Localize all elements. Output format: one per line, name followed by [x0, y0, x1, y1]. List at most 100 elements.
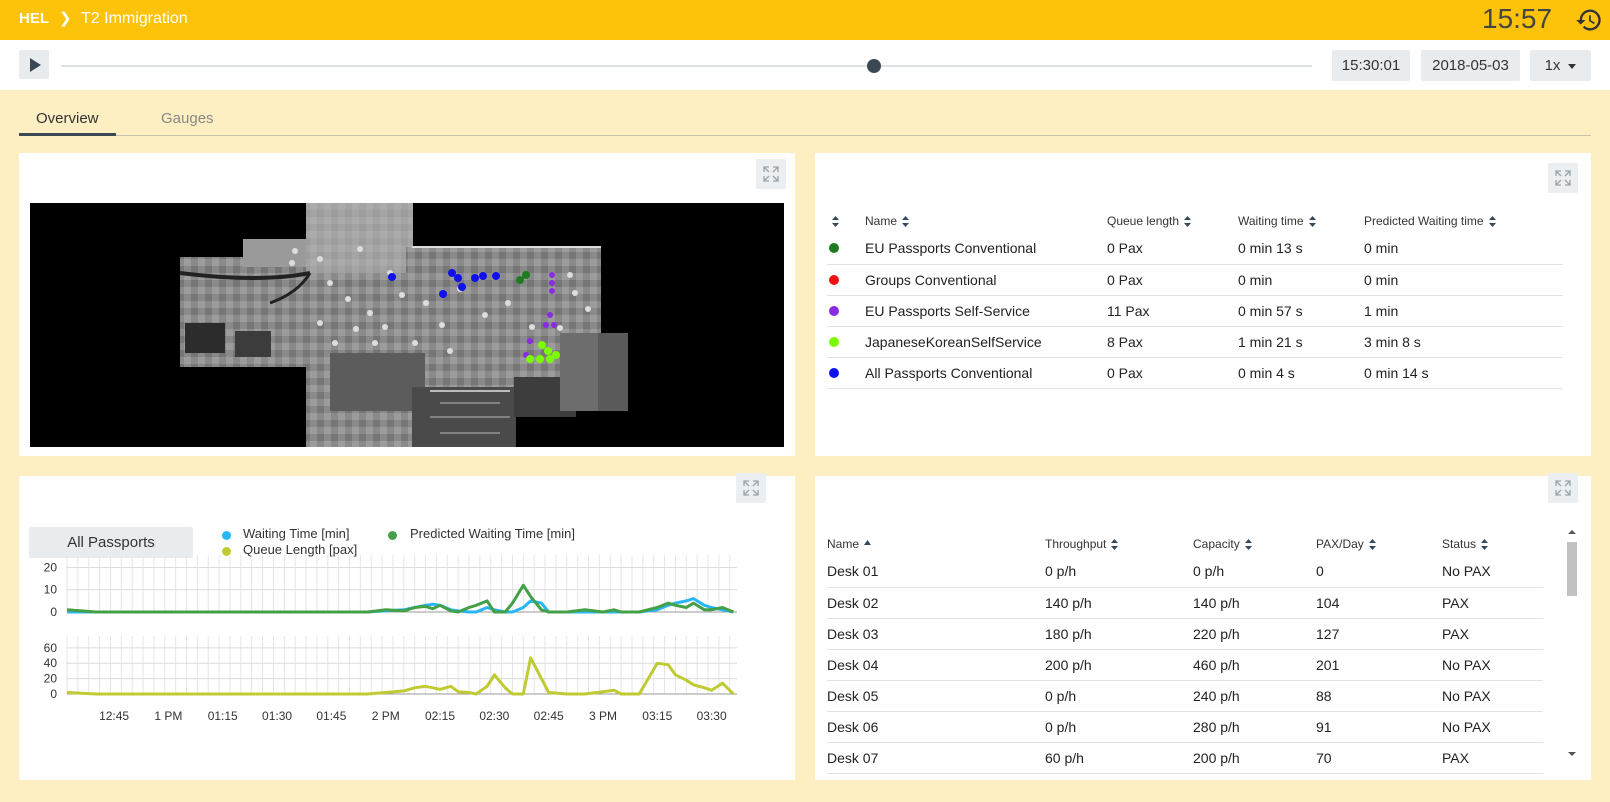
tab-gauges[interactable]: Gauges [161, 110, 214, 127]
x-tick-label: 2 PM [372, 709, 400, 723]
header-label: Name [827, 537, 860, 551]
desk-name: Desk 03 [827, 618, 1045, 650]
header-label: Predicted Waiting time [1364, 214, 1484, 228]
color-column-header[interactable] [827, 209, 865, 233]
sort-icon [1488, 216, 1496, 228]
table-row[interactable]: EU Passports Self-Service 11 Pax 0 min 57 … [827, 295, 1563, 327]
queue-color-dot [829, 243, 839, 254]
desk-pax-day: 0 [1316, 556, 1442, 588]
desk-capacity: 240 p/h [1193, 680, 1316, 712]
table-row[interactable]: Desk 05 0 p/h 240 p/h 88 No PAX [827, 680, 1543, 712]
x-tick-label: 01:30 [262, 709, 292, 723]
x-tick-label: 3 PM [589, 709, 617, 723]
predicted-waiting-time: 0 min [1364, 264, 1563, 296]
predicted-waiting-time-column-header[interactable]: Predicted Waiting time [1364, 209, 1563, 233]
table-row[interactable]: Desk 03 180 p/h 220 p/h 127 PAX [827, 618, 1543, 650]
desk-throughput: 140 p/h [1045, 587, 1193, 619]
y-tick-label: 40 [44, 656, 58, 670]
waiting-time-column-header[interactable]: Waiting time [1238, 209, 1364, 233]
desk-pax-day: 104 [1316, 587, 1442, 619]
predicted-waiting-time: 0 min [1364, 233, 1563, 265]
queue-color-dot [829, 274, 839, 285]
queue-length: 0 Pax [1107, 233, 1238, 265]
desk-name: Desk 04 [827, 649, 1045, 681]
queues-table: Name Queue length Waiting time Predicted… [827, 209, 1563, 389]
table-row[interactable]: JapaneseKoreanSelfService 8 Pax 1 min 21 s… [827, 326, 1563, 358]
timeline-slider[interactable] [61, 65, 1312, 67]
history-icon[interactable] [1575, 6, 1603, 34]
queue-name: EU Passports Self-Service [865, 295, 1107, 327]
table-row[interactable]: Desk 04 200 p/h 460 p/h 201 No PAX [827, 649, 1543, 681]
expand-button[interactable] [1548, 163, 1578, 193]
table-row[interactable]: Desk 01 0 p/h 0 p/h 0 No PAX [827, 556, 1543, 588]
name-column-header[interactable]: Name [827, 532, 1045, 556]
expand-button[interactable] [1548, 473, 1578, 503]
queue-color-cell [827, 233, 865, 265]
sort-icon [1111, 539, 1119, 551]
queue-name: All Passports Conventional [865, 357, 1107, 389]
desk-status: PAX [1442, 587, 1543, 619]
speed-value: 1x [1544, 57, 1561, 74]
playback-date[interactable]: 2018-05-03 [1421, 50, 1520, 81]
desk-capacity: 280 p/h [1193, 711, 1316, 743]
queue-length: 0 Pax [1107, 264, 1238, 296]
top-bar: HEL ❯ T2 Immigration 15:57 [0, 0, 1610, 40]
x-tick-label: 03:15 [642, 709, 672, 723]
terminal-floorplan [179, 203, 628, 447]
table-row[interactable]: EU Passports Conventional 0 Pax 0 min 13 s… [827, 233, 1563, 265]
table-row[interactable]: Desk 02 140 p/h 140 p/h 104 PAX [827, 587, 1543, 619]
desk-status: No PAX [1442, 556, 1543, 588]
predicted-waiting-time: 3 min 8 s [1364, 326, 1563, 358]
x-tick-label: 02:30 [479, 709, 509, 723]
desk-throughput: 0 p/h [1045, 680, 1193, 712]
line-chart[interactable]: 01020020406012:45 1 PM 01:15 01:30 01:45 2 PM… [19, 476, 795, 780]
y-tick-label: 0 [50, 687, 57, 701]
table-header-row: Name Throughput Capacity PAX/Day Status [827, 532, 1543, 556]
x-tick-label: 02:15 [425, 709, 455, 723]
queue-length-column-header[interactable]: Queue length [1107, 209, 1238, 233]
throughput-column-header[interactable]: Throughput [1045, 532, 1193, 556]
y-tick-label: 20 [44, 672, 58, 686]
pax-day-column-header[interactable]: PAX/Day [1316, 532, 1442, 556]
terminal-map[interactable] [30, 203, 784, 447]
speed-select[interactable]: 1x [1530, 50, 1591, 81]
y-tick-label: 60 [44, 641, 58, 655]
desk-name: Desk 06 [827, 711, 1045, 743]
capacity-column-header[interactable]: Capacity [1193, 532, 1316, 556]
expand-icon [1555, 480, 1571, 496]
header-label: Status [1442, 537, 1477, 551]
header-label: Queue length [1107, 214, 1180, 228]
scrollbar[interactable] [1565, 528, 1577, 768]
tab-overview[interactable]: Overview [36, 110, 99, 127]
table-row[interactable]: All Passports Conventional 0 Pax 0 min 4 s… [827, 357, 1563, 389]
desk-capacity: 460 p/h [1193, 649, 1316, 681]
scrollbar-thumb[interactable] [1567, 542, 1577, 596]
name-column-header[interactable]: Name [865, 209, 1107, 233]
x-tick-label: 03:30 [697, 709, 727, 723]
y-tick-label: 10 [44, 583, 58, 597]
desk-status: No PAX [1442, 649, 1543, 681]
table-row[interactable]: Groups Conventional 0 Pax 0 min 0 min [827, 264, 1563, 296]
header-label: PAX/Day [1316, 537, 1364, 551]
y-tick-label: 0 [50, 605, 57, 619]
header-label: Capacity [1193, 537, 1240, 551]
scroll-up-icon[interactable] [1566, 528, 1578, 536]
sort-icon [1368, 539, 1376, 551]
tab-divider [19, 135, 1591, 136]
waiting-time: 0 min 4 s [1238, 357, 1364, 389]
desk-pax-day: 201 [1316, 649, 1442, 681]
status-column-header[interactable]: Status [1442, 532, 1543, 556]
sort-icon [1184, 216, 1192, 228]
expand-icon [763, 166, 779, 182]
page-title: T2 Immigration [81, 10, 188, 27]
table-row[interactable]: Desk 07 60 p/h 200 p/h 70 PAX [827, 742, 1543, 774]
breadcrumb-root[interactable]: HEL [19, 10, 49, 27]
timeline-handle[interactable] [867, 59, 882, 73]
scroll-down-icon[interactable] [1566, 750, 1578, 758]
table-row[interactable]: Desk 06 0 p/h 280 p/h 91 No PAX [827, 711, 1543, 743]
sort-ascending-icon [864, 540, 872, 546]
play-button[interactable] [19, 50, 49, 79]
queue-color-cell [827, 264, 865, 296]
expand-button[interactable] [756, 159, 786, 189]
queue-length: 0 Pax [1107, 357, 1238, 389]
